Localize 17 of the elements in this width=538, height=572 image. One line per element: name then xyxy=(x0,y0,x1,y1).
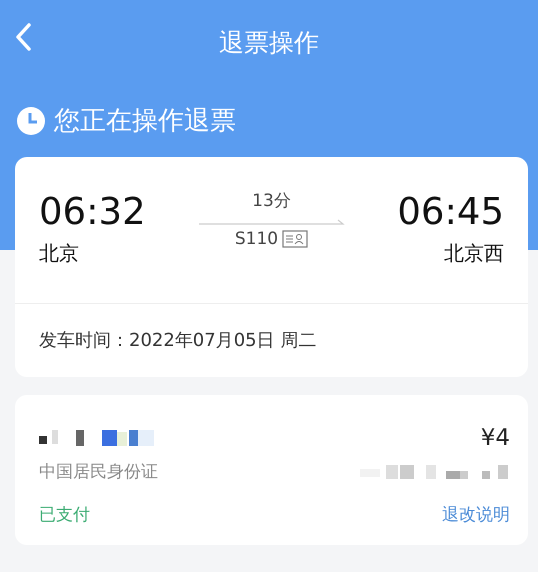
duration: 13分 xyxy=(252,190,291,213)
payment-status: 已支付 xyxy=(39,504,90,527)
back-icon xyxy=(14,22,32,52)
train-number: S110 xyxy=(234,228,278,250)
id-type: 中国居民身份证 xyxy=(39,460,158,484)
arrival-station: 北京西 xyxy=(444,240,504,267)
id-card-icon xyxy=(282,230,308,248)
arrival-time: 06:45 xyxy=(397,193,504,230)
back-button[interactable] xyxy=(14,22,32,52)
departure-station: 北京 xyxy=(39,240,80,267)
page-title: 退票操作 xyxy=(219,26,319,59)
departure-time: 06:32 xyxy=(39,193,146,230)
ticket-price: ¥4 xyxy=(480,424,510,453)
clock-icon xyxy=(16,106,46,136)
refund-rules-link[interactable]: 退改说明 xyxy=(442,503,510,528)
banner-text: 您正在操作退票 xyxy=(54,104,236,138)
departure-date: 发车时间：2022年07月05日 周二 xyxy=(39,328,316,352)
